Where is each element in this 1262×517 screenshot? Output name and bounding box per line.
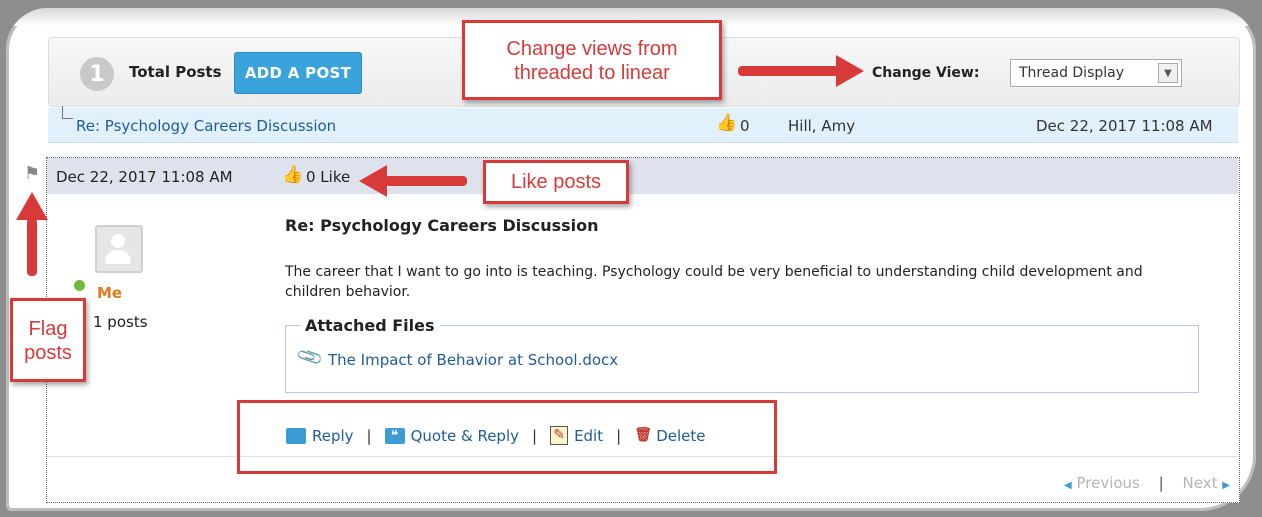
- post-count-badge: 1: [80, 57, 114, 91]
- previous-link[interactable]: Previous: [1076, 474, 1139, 492]
- online-status-indicator: [74, 280, 85, 291]
- next-link[interactable]: Next: [1183, 474, 1218, 492]
- thumbs-up-icon[interactable]: 👍: [282, 165, 303, 185]
- add-post-button[interactable]: ADD A POST: [234, 52, 362, 94]
- annotation-change-views: Change views from threaded to linear: [462, 20, 722, 100]
- pager: ◀ Previous | Next ▶: [1064, 474, 1230, 492]
- annotation-arrow-right: [738, 55, 864, 87]
- change-view-label: Change View:: [872, 65, 980, 81]
- author-post-count: 1 posts: [93, 313, 148, 331]
- post-body: The career that I want to go into is tea…: [285, 264, 1143, 300]
- total-posts-label: Total Posts: [129, 63, 222, 81]
- author-name[interactable]: Me: [97, 284, 122, 302]
- flag-icon[interactable]: ⚑: [24, 163, 40, 184]
- thread-tree-connector: [62, 106, 73, 119]
- chevron-right-icon[interactable]: ▶: [1222, 480, 1230, 491]
- like-button[interactable]: 0 Like: [306, 168, 350, 186]
- annotation-flag-posts: Flag posts: [10, 298, 86, 382]
- attachment-link[interactable]: The Impact of Behavior at School.docx: [328, 351, 618, 369]
- pager-separator: |: [1158, 474, 1164, 492]
- annotation-arrow-left: [359, 165, 467, 197]
- post-subject: Re: Psychology Careers Discussion: [285, 216, 599, 235]
- thread-date: Dec 22, 2017 11:08 AM: [1036, 117, 1213, 135]
- chevron-down-icon[interactable]: ▼: [1158, 63, 1178, 83]
- thumbs-up-icon: 👍: [716, 113, 738, 133]
- change-view-select[interactable]: Thread Display ▼: [1010, 59, 1182, 87]
- avatar-icon: [95, 225, 143, 273]
- annotation-like-posts: Like posts: [483, 160, 629, 204]
- thread-author: Hill, Amy: [788, 117, 856, 135]
- post-date: Dec 22, 2017 11:08 AM: [56, 168, 233, 186]
- thread-like-count: 0: [740, 117, 750, 135]
- change-view-value: Thread Display: [1019, 65, 1125, 81]
- chevron-left-icon[interactable]: ◀: [1064, 480, 1072, 491]
- annotation-actions-highlight: [237, 400, 777, 474]
- thread-title-link[interactable]: Re: Psychology Careers Discussion: [76, 117, 336, 135]
- annotation-arrow-up: [16, 192, 48, 276]
- attached-files-label: Attached Files: [300, 316, 440, 335]
